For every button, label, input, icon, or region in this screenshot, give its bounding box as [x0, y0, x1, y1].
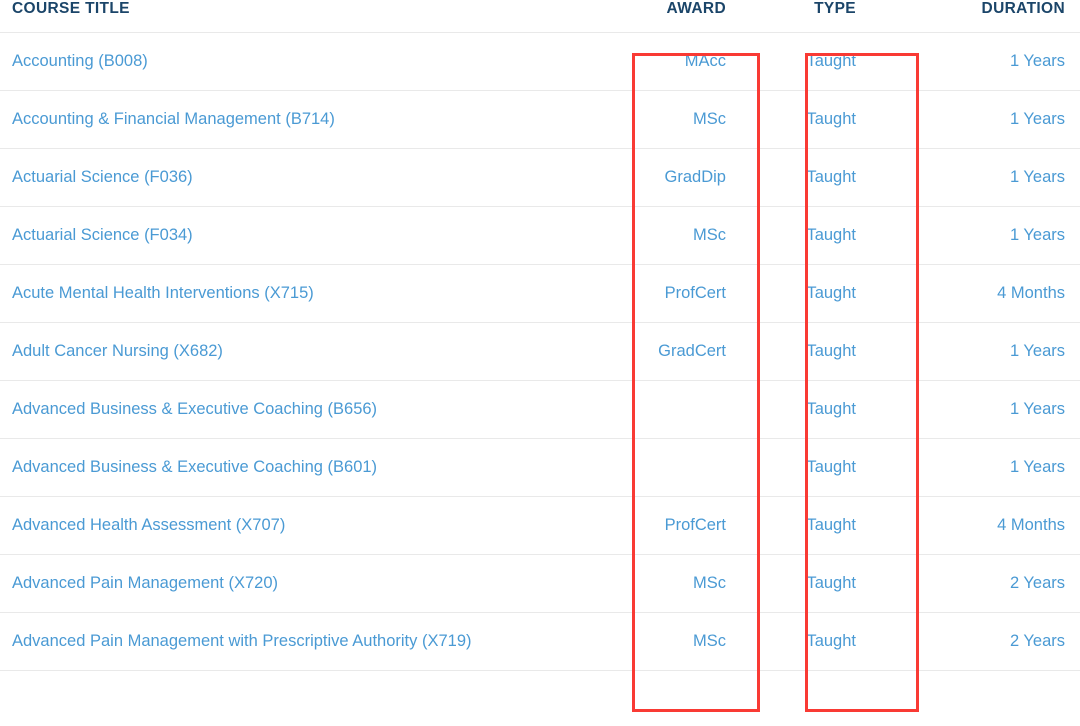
- type-cell: Taught: [806, 516, 856, 535]
- table-row: Accounting (B008) MAcc Taught 1 Years: [0, 32, 1080, 91]
- table-row: Acute Mental Health Interventions (X715)…: [0, 264, 1080, 323]
- table-header-row: COURSE TITLE AWARD TYPE DURATION: [0, 0, 1080, 33]
- table-row: Adult Cancer Nursing (X682) GradCert Taugh…: [0, 322, 1080, 381]
- course-title-link[interactable]: Acute Mental Health Interventions (X715): [12, 284, 314, 302]
- course-title-cell: Actuarial Science (F034): [0, 207, 632, 265]
- type-cell: Taught: [806, 632, 856, 651]
- table-row: Advanced Pain Management with Prescripti…: [0, 612, 1080, 671]
- type-cell: Taught: [806, 574, 856, 593]
- table-row: Advanced Pain Management (X720) MSc Taught…: [0, 554, 1080, 613]
- course-title-link[interactable]: Adult Cancer Nursing (X682): [12, 342, 223, 360]
- course-title-cell: Actuarial Science (F036): [0, 149, 632, 207]
- award-cell: MSc: [693, 110, 726, 129]
- course-title-cell: Advanced Business & Executive Coaching (…: [0, 439, 632, 497]
- course-title-link[interactable]: Advanced Business & Executive Coaching (…: [12, 400, 377, 418]
- type-cell: Taught: [806, 284, 856, 303]
- table-row: Advanced Health Assessment (X707) ProfCer…: [0, 496, 1080, 555]
- course-title-link[interactable]: Actuarial Science (F034): [12, 226, 193, 244]
- duration-cell: 1 Years: [1009, 458, 1065, 477]
- award-cell: ProfCert: [664, 516, 726, 535]
- duration-cell: 1 Years: [1009, 168, 1065, 187]
- award-cell: MSc: [693, 226, 726, 245]
- duration-cell: 4 Months: [997, 516, 1065, 535]
- award-cell: MSc: [693, 632, 726, 651]
- course-table-container: COURSE TITLE AWARD TYPE DURATION Account…: [0, 0, 1080, 726]
- award-cell: [632, 381, 760, 439]
- duration-cell: 2 Years: [1009, 574, 1065, 593]
- course-title-cell: Advanced Health Assessment (X707): [0, 497, 632, 555]
- table-header: COURSE TITLE AWARD TYPE DURATION: [0, 0, 1080, 33]
- duration-cell: 1 Years: [1009, 400, 1065, 419]
- duration-cell: 1 Years: [1009, 342, 1065, 361]
- course-title-link[interactable]: Actuarial Science (F036): [12, 168, 193, 186]
- course-title-link[interactable]: Accounting (B008): [12, 52, 148, 70]
- course-title-link[interactable]: Advanced Health Assessment (X707): [12, 516, 285, 534]
- course-listing-table: COURSE TITLE AWARD TYPE DURATION Account…: [0, 0, 1080, 671]
- course-title-cell: Advanced Pain Management with Prescripti…: [0, 613, 632, 671]
- course-title-link[interactable]: Accounting & Financial Management (B714): [12, 110, 335, 128]
- duration-cell: 1 Years: [1009, 226, 1065, 245]
- course-title-cell: Acute Mental Health Interventions (X715): [0, 265, 632, 323]
- type-cell: Taught: [806, 458, 856, 477]
- type-cell: Taught: [806, 110, 856, 129]
- type-cell: Taught: [806, 168, 856, 187]
- table-row: Accounting & Financial Management (B714)…: [0, 90, 1080, 149]
- column-header-duration[interactable]: DURATION: [920, 0, 1080, 33]
- course-title-cell: Accounting & Financial Management (B714): [0, 91, 632, 149]
- duration-cell: 2 Years: [1009, 632, 1065, 651]
- course-title-link[interactable]: Advanced Business & Executive Coaching (…: [12, 458, 377, 476]
- award-cell: ProfCert: [664, 284, 726, 303]
- award-cell: GradDip: [664, 168, 726, 187]
- duration-cell: 1 Years: [1009, 52, 1065, 71]
- duration-cell: 4 Months: [997, 284, 1065, 303]
- column-header-type[interactable]: TYPE: [760, 0, 920, 33]
- column-header-course-title[interactable]: COURSE TITLE: [0, 0, 632, 33]
- course-title-cell: Advanced Pain Management (X720): [0, 555, 632, 613]
- table-row: Advanced Business & Executive Coaching (…: [0, 438, 1080, 497]
- type-cell: Taught: [806, 52, 856, 71]
- duration-cell: 1 Years: [1009, 110, 1065, 129]
- type-cell: Taught: [806, 400, 856, 419]
- course-title-cell: Accounting (B008): [0, 33, 632, 91]
- type-cell: Taught: [806, 226, 856, 245]
- course-title-cell: Advanced Business & Executive Coaching (…: [0, 381, 632, 439]
- table-row: Advanced Business & Executive Coaching (…: [0, 380, 1080, 439]
- award-cell: MAcc: [684, 52, 726, 71]
- column-header-award[interactable]: AWARD: [632, 0, 760, 33]
- award-cell: GradCert: [658, 342, 726, 361]
- table-body: Accounting (B008) MAcc Taught 1 Years Accoun…: [0, 32, 1080, 671]
- course-title-cell: Adult Cancer Nursing (X682): [0, 323, 632, 381]
- course-title-link[interactable]: Advanced Pain Management (X720): [12, 574, 278, 592]
- course-title-link[interactable]: Advanced Pain Management with Prescripti…: [12, 632, 472, 650]
- table-row: Actuarial Science (F034) MSc Taught 1 Years: [0, 206, 1080, 265]
- award-cell: [632, 439, 760, 497]
- award-cell: MSc: [693, 574, 726, 593]
- type-cell: Taught: [806, 342, 856, 361]
- table-row: Actuarial Science (F036) GradDip Taught 1 Y…: [0, 148, 1080, 207]
